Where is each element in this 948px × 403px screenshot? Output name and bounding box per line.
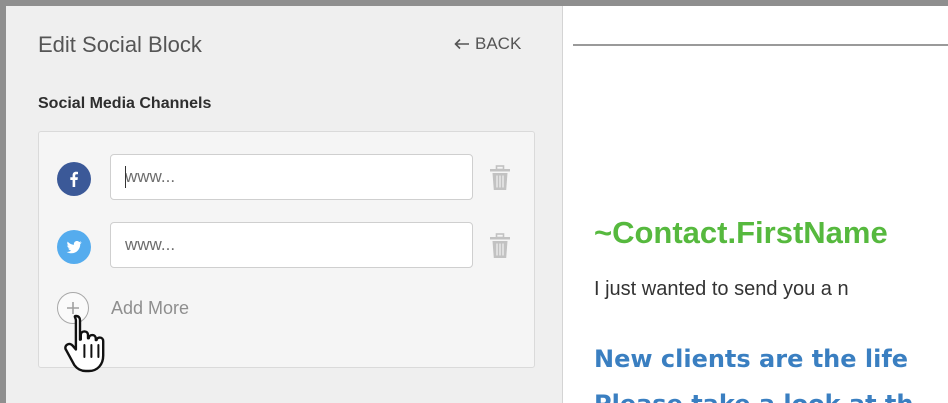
social-channel-row-facebook xyxy=(39,154,534,202)
back-button[interactable]: BACK xyxy=(454,34,521,54)
twitter-icon xyxy=(57,230,91,264)
section-title: Social Media Channels xyxy=(38,95,212,112)
hand-pointer-cursor-icon xyxy=(64,314,105,373)
facebook-url-input[interactable] xyxy=(110,154,473,200)
app-frame: Edit Social Block BACK Social Media Chan… xyxy=(0,0,948,403)
heading-line-2: Please take a look at th xyxy=(594,390,913,403)
panel-title: Edit Social Block xyxy=(38,32,202,57)
trash-icon[interactable] xyxy=(489,233,511,259)
heading-line-1: New clients are the life xyxy=(594,345,909,373)
facebook-icon xyxy=(57,162,91,196)
body-text: I just wanted to send you a n xyxy=(594,278,849,300)
arrow-left-icon xyxy=(454,38,469,50)
twitter-url-input[interactable] xyxy=(110,222,473,268)
text-caret xyxy=(125,166,126,188)
social-channel-row-twitter xyxy=(39,222,534,270)
back-label: BACK xyxy=(475,34,522,53)
preview-divider xyxy=(573,44,948,46)
email-preview: ~Contact.FirstName I just wanted to send… xyxy=(563,6,948,403)
edit-social-block-panel: Edit Social Block BACK Social Media Chan… xyxy=(6,6,563,403)
trash-icon[interactable] xyxy=(489,165,511,191)
greeting-text: ~Contact.FirstName xyxy=(594,215,888,250)
add-more-label: Add More xyxy=(111,297,190,318)
